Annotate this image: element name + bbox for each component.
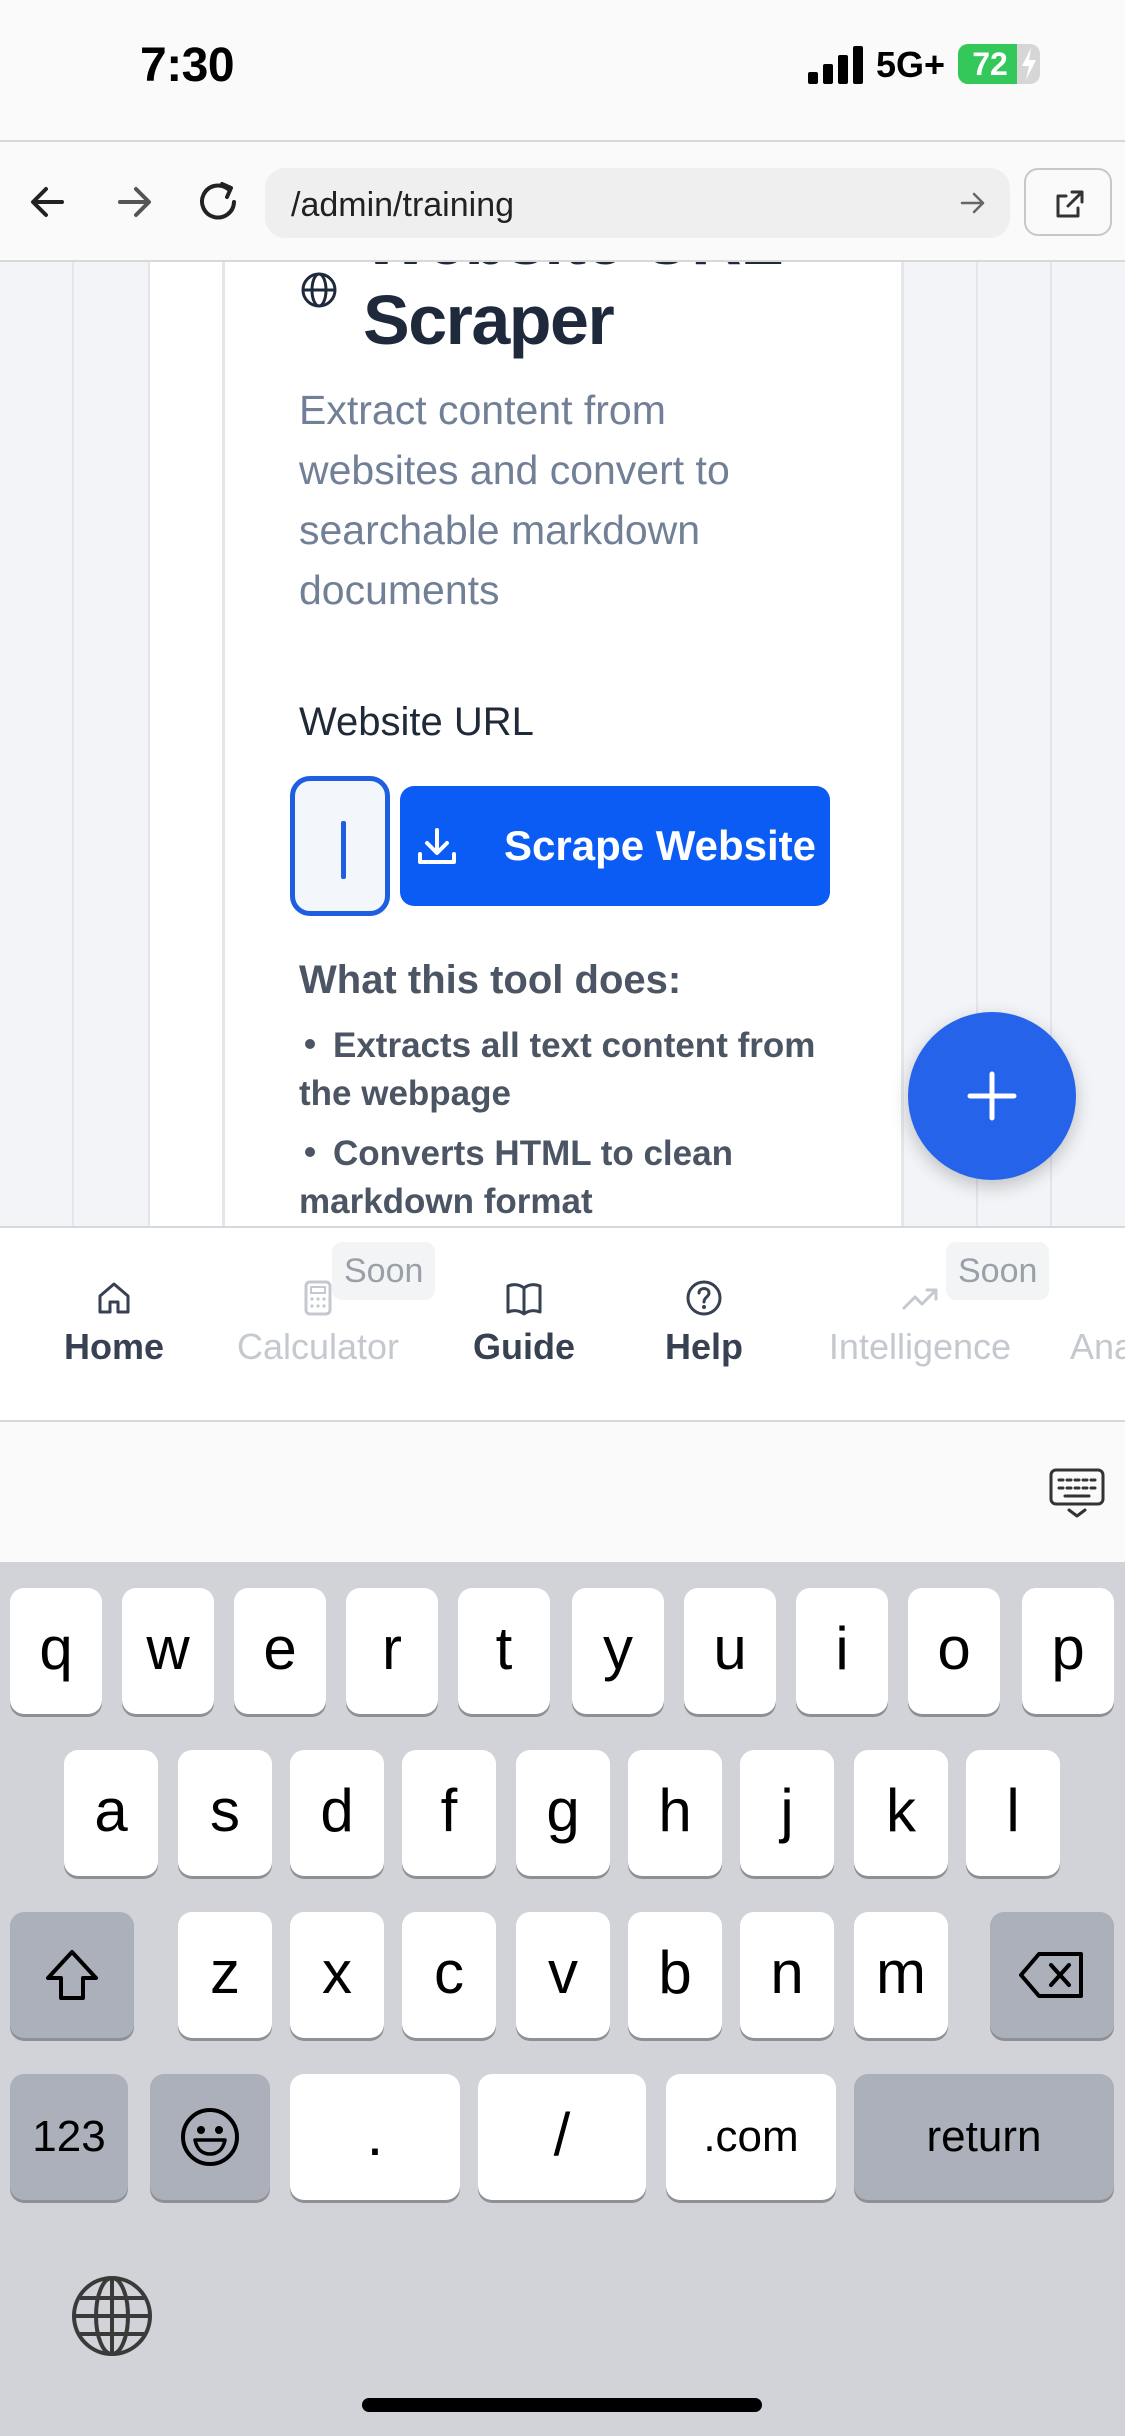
nav-item-calculator: Calculator	[228, 1278, 408, 1368]
key-n[interactable]: n	[740, 1912, 834, 2038]
backspace-icon	[1019, 1952, 1083, 1998]
key-b[interactable]: b	[628, 1912, 722, 2038]
charging-bolt-icon	[1022, 48, 1036, 80]
url-field-label: Website URL	[299, 700, 534, 744]
key-t[interactable]: t	[458, 1588, 550, 1714]
status-bar: 7:30 5G+ 72	[0, 0, 1125, 140]
key-s[interactable]: s	[178, 1750, 272, 1876]
nav-item-analytics: Ana	[1070, 1278, 1125, 1368]
nav-label: Intelligence	[828, 1326, 1012, 1367]
key-dotcom[interactable]: .com	[666, 2074, 836, 2200]
key-l[interactable]: l	[966, 1750, 1060, 1876]
emoji-icon	[181, 2108, 239, 2166]
trending-up-icon	[902, 1288, 938, 1310]
keyboard-accessory-bar	[0, 1422, 1125, 1562]
scrape-website-button[interactable]: Scrape Website	[400, 786, 830, 906]
key-r[interactable]: r	[346, 1588, 438, 1714]
card-description: Extract content from websites and conver…	[299, 387, 730, 613]
nav-label: Ana	[1070, 1326, 1125, 1367]
screen: { "status_bar": { "time": "7:30", "netwo…	[0, 0, 1125, 2436]
on-screen-keyboard: q w e r t y u i o p a s d f g h j k l z …	[0, 1562, 1125, 2436]
open-external-button[interactable]	[1024, 168, 1112, 236]
shift-icon	[46, 1950, 98, 2000]
text-caret	[341, 821, 346, 879]
key-u[interactable]: u	[684, 1588, 776, 1714]
go-arrow-icon[interactable]	[958, 188, 988, 218]
feature-bullet: Extracts all text content from the webpa…	[299, 1022, 819, 1118]
address-bar[interactable]: /admin/training	[265, 168, 1010, 238]
cellular-signal-icon	[808, 46, 863, 84]
help-circle-icon	[686, 1280, 722, 1316]
what-tool-does-heading: What this tool does:	[299, 958, 682, 1002]
nav-label: Home	[63, 1326, 165, 1367]
home-indicator	[362, 2398, 762, 2412]
download-icon	[418, 828, 456, 864]
nav-item-intelligence: Intelligence	[814, 1278, 1026, 1368]
key-x[interactable]: x	[290, 1912, 384, 2038]
key-j[interactable]: j	[740, 1750, 834, 1876]
globe-icon	[301, 272, 337, 308]
key-z[interactable]: z	[178, 1912, 272, 2038]
status-time: 7:30	[140, 39, 235, 92]
delete-key[interactable]	[990, 1912, 1114, 2038]
nav-item-guide[interactable]: Guide	[466, 1278, 582, 1368]
page-content: Website URL Scraper Extract content from…	[0, 262, 1125, 1226]
url-input[interactable]	[290, 776, 390, 916]
reload-icon[interactable]	[192, 176, 244, 228]
key-o[interactable]: o	[908, 1588, 1000, 1714]
card-title-line1: Website URL	[363, 262, 783, 280]
key-q[interactable]: q	[10, 1588, 102, 1714]
plus-icon	[967, 1071, 1017, 1121]
book-icon	[506, 1283, 542, 1316]
home-icon	[98, 1282, 130, 1314]
key-m[interactable]: m	[854, 1912, 948, 2038]
battery-indicator: 72	[958, 44, 1040, 84]
feature-text: Converts HTML to clean markdown format	[299, 1134, 733, 1221]
network-type: 5G+	[876, 44, 946, 85]
external-link-icon	[1056, 190, 1084, 218]
emoji-key[interactable]	[150, 2074, 270, 2200]
key-period[interactable]: .	[290, 2074, 460, 2200]
forward-arrow-icon[interactable]	[108, 176, 160, 228]
key-i[interactable]: i	[796, 1588, 888, 1714]
key-slash[interactable]: /	[478, 2074, 646, 2200]
address-url: /admin/training	[291, 186, 515, 224]
bottom-nav: Home Soon Calculator Guide Help Soon Int…	[0, 1226, 1125, 1422]
key-g[interactable]: g	[516, 1750, 610, 1876]
key-v[interactable]: v	[516, 1912, 610, 2038]
feature-text: Extracts all text content from the webpa…	[299, 1026, 816, 1113]
scraper-card: Website URL Scraper Extract content from…	[222, 262, 904, 1226]
back-arrow-icon[interactable]	[22, 176, 74, 228]
key-d[interactable]: d	[290, 1750, 384, 1876]
browser-toolbar: /admin/training	[0, 140, 1125, 262]
key-p[interactable]: p	[1022, 1588, 1114, 1714]
numbers-key[interactable]: 123	[10, 2074, 128, 2200]
nav-label: Calculator	[236, 1326, 400, 1367]
add-fab-button[interactable]	[908, 1012, 1076, 1180]
scrape-button-label: Scrape Website	[504, 822, 817, 869]
nav-label: Guide	[472, 1326, 575, 1367]
feature-bullet: Converts HTML to clean markdown format	[299, 1130, 819, 1226]
key-c[interactable]: c	[402, 1912, 496, 2038]
shift-key[interactable]	[10, 1912, 134, 2038]
nav-item-help[interactable]: Help	[646, 1278, 762, 1368]
key-w[interactable]: w	[122, 1588, 214, 1714]
calculator-icon	[304, 1280, 332, 1316]
card-title: Scraper	[363, 281, 615, 359]
return-key[interactable]: return	[854, 2074, 1114, 2200]
globe-keyboard-icon[interactable]	[70, 2274, 154, 2358]
battery-level: 72	[972, 46, 1008, 82]
key-k[interactable]: k	[854, 1750, 948, 1876]
key-e[interactable]: e	[234, 1588, 326, 1714]
key-a[interactable]: a	[64, 1750, 158, 1876]
nav-label: Help	[664, 1326, 743, 1367]
nav-item-home[interactable]: Home	[56, 1278, 172, 1368]
key-y[interactable]: y	[572, 1588, 664, 1714]
key-h[interactable]: h	[628, 1750, 722, 1876]
key-f[interactable]: f	[402, 1750, 496, 1876]
keyboard-dismiss-icon[interactable]	[1048, 1464, 1106, 1522]
